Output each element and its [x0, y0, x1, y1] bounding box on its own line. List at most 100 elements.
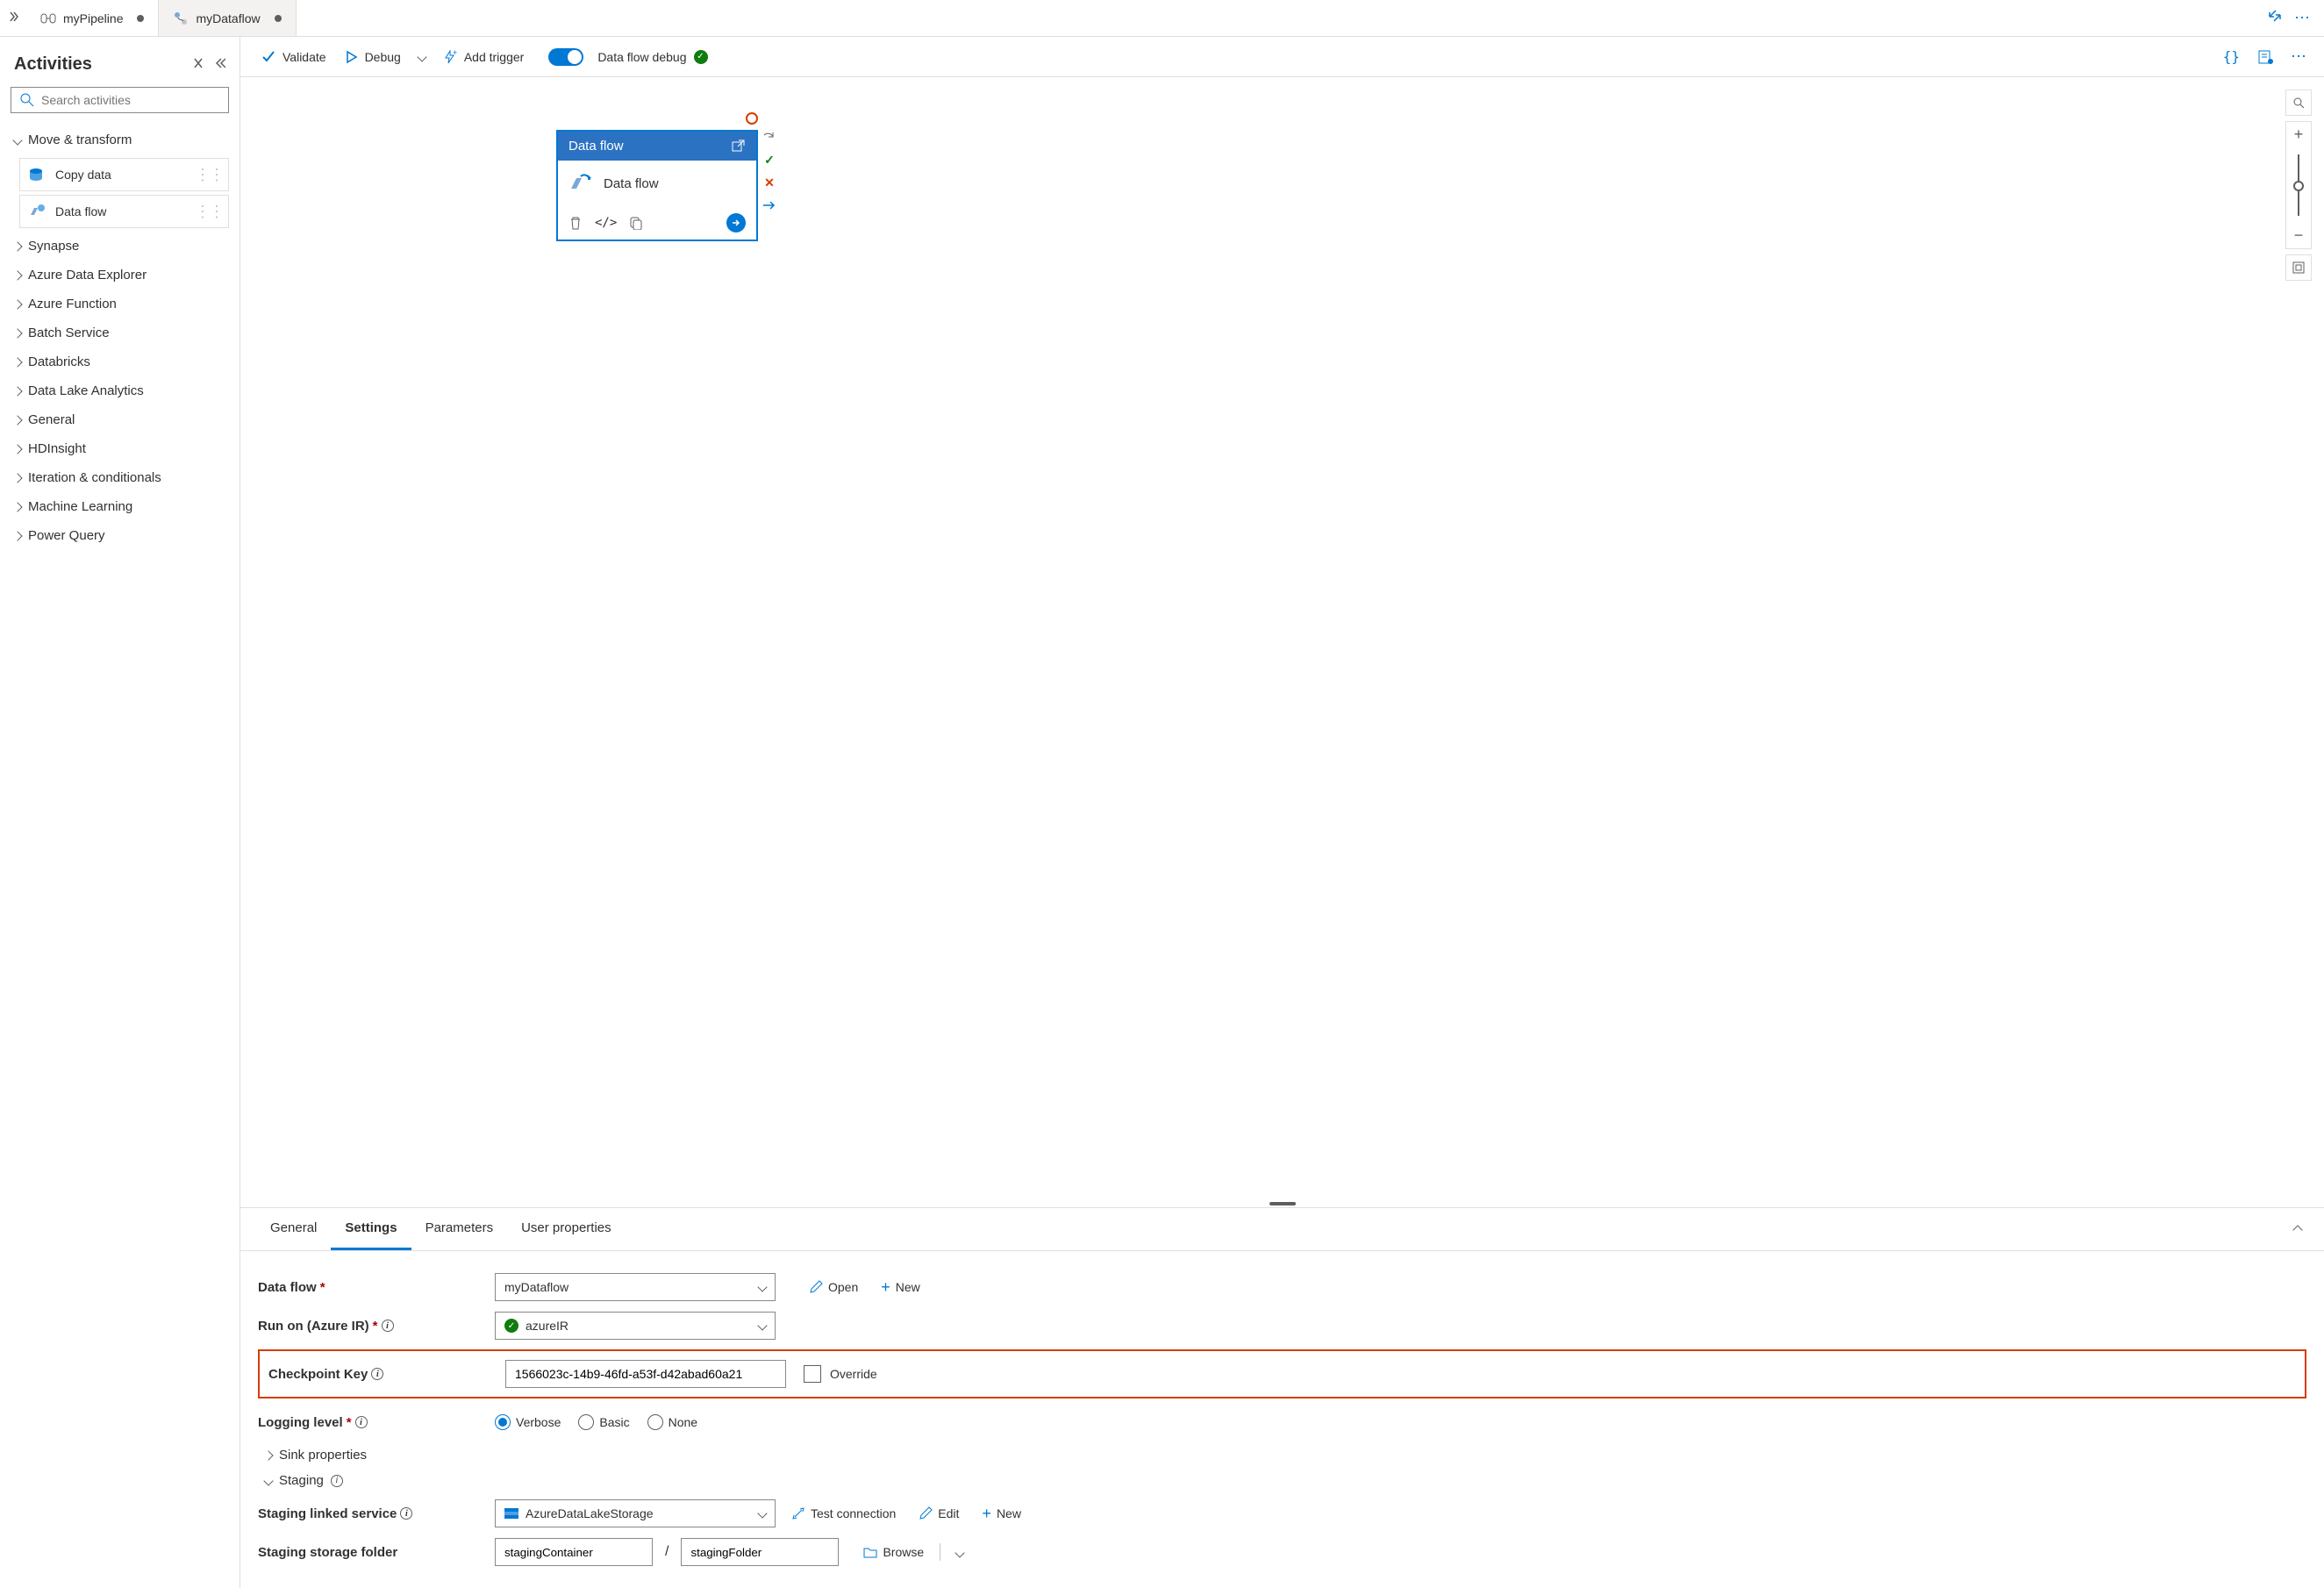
category-iteration-conditionals[interactable]: Iteration & conditionals	[11, 463, 229, 492]
test-connection-button[interactable]: Test connection	[784, 1506, 903, 1520]
category-hdinsight[interactable]: HDInsight	[11, 434, 229, 463]
zoom-out-button[interactable]: −	[2285, 223, 2312, 249]
logging-radio-basic[interactable]: Basic	[578, 1414, 629, 1430]
debug-button[interactable]: Debug	[339, 46, 406, 68]
resize-handle[interactable]	[1269, 1202, 1296, 1205]
filter-icon[interactable]	[192, 57, 204, 72]
dataflow-select[interactable]: myDataflow	[495, 1273, 776, 1301]
tab-pipeline[interactable]: myPipeline	[26, 0, 159, 36]
collapse-details-button[interactable]	[2287, 1215, 2308, 1243]
info-icon[interactable]: i	[371, 1368, 383, 1380]
new-service-button[interactable]: + New	[975, 1505, 1028, 1523]
staging-service-select[interactable]: AzureDataLakeStorage	[495, 1499, 776, 1527]
tab-label: myDataflow	[196, 11, 260, 25]
plus-icon: +	[881, 1278, 890, 1297]
override-label: Override	[830, 1367, 877, 1381]
category-general[interactable]: General	[11, 405, 229, 434]
chevron-down-icon	[955, 1548, 964, 1557]
add-trigger-button[interactable]: + Add trigger	[438, 46, 529, 68]
expand-tabs-button[interactable]	[0, 11, 26, 25]
skip-icon	[762, 198, 776, 212]
category-machine-learning[interactable]: Machine Learning	[11, 492, 229, 521]
code-icon[interactable]: </>	[595, 216, 617, 230]
more-icon[interactable]: ⋯	[2291, 47, 2308, 66]
dataflow-node-icon	[568, 171, 593, 196]
category-power-query[interactable]: Power Query	[11, 521, 229, 550]
staging-container-input[interactable]	[495, 1538, 653, 1566]
tab-general[interactable]: General	[256, 1208, 331, 1250]
dataflow-icon	[173, 11, 189, 26]
category-data-lake-analytics[interactable]: Data Lake Analytics	[11, 376, 229, 405]
debug-status-ok-icon: ✓	[694, 50, 708, 64]
tab-settings[interactable]: Settings	[331, 1208, 411, 1250]
chevron-right-icon	[12, 328, 22, 338]
run-node-button[interactable]	[726, 213, 746, 232]
validate-button[interactable]: Validate	[256, 46, 332, 68]
expand-fullscreen-icon[interactable]	[2268, 9, 2282, 23]
tab-user-properties[interactable]: User properties	[507, 1208, 626, 1250]
debug-dropdown[interactable]	[413, 50, 431, 64]
redo-icon[interactable]	[762, 130, 776, 144]
more-menu-icon[interactable]: ⋯	[2294, 9, 2312, 27]
fail-badge-icon: ✕	[762, 175, 776, 190]
dataflow-debug-toggle[interactable]	[548, 48, 583, 66]
tab-dataflow[interactable]: myDataflow	[159, 0, 296, 36]
new-dataflow-button[interactable]: + New	[874, 1278, 927, 1297]
chevron-right-icon	[12, 270, 22, 280]
zoom-in-button[interactable]: +	[2285, 121, 2312, 147]
chevron-right-icon	[12, 415, 22, 425]
category-azure-data-explorer[interactable]: Azure Data Explorer	[11, 261, 229, 290]
delete-icon[interactable]	[568, 216, 583, 230]
staging-toggle[interactable]: Staging i	[265, 1473, 2306, 1488]
category-move-transform[interactable]: Move & transform	[11, 125, 229, 154]
drag-grip-icon: ⋮⋮	[195, 203, 223, 221]
zoom-slider[interactable]	[2298, 154, 2299, 216]
dataflow-activity-icon	[29, 203, 46, 220]
edit-service-button[interactable]: Edit	[912, 1506, 966, 1520]
info-icon[interactable]: i	[331, 1475, 343, 1487]
chevron-right-icon	[263, 1450, 273, 1460]
activity-data-flow[interactable]: Data flow ⋮⋮	[19, 195, 229, 228]
collapse-sidebar-icon[interactable]	[213, 57, 225, 72]
code-view-icon[interactable]: {}	[2223, 48, 2240, 65]
chevron-right-icon	[12, 299, 22, 309]
activity-copy-data[interactable]: Copy data ⋮⋮	[19, 158, 229, 191]
chevron-right-icon	[12, 386, 22, 396]
search-activities-input[interactable]	[11, 87, 229, 113]
dirty-indicator-icon	[275, 15, 282, 22]
pipeline-canvas[interactable]: Data flow Data flow </>	[240, 77, 2324, 1202]
copy-icon[interactable]	[629, 216, 643, 230]
fit-screen-button[interactable]	[2285, 254, 2312, 281]
open-dataflow-button[interactable]: Open	[802, 1280, 865, 1294]
logging-radio-verbose[interactable]: Verbose	[495, 1414, 561, 1430]
tab-parameters[interactable]: Parameters	[411, 1208, 508, 1250]
copy-data-icon	[29, 166, 46, 183]
override-checkbox[interactable]	[804, 1365, 821, 1383]
logging-label: Logging level* i	[258, 1415, 486, 1430]
runon-select[interactable]: ✓ azureIR	[495, 1312, 776, 1340]
staging-folder-label: Staging storage folder	[258, 1545, 486, 1560]
logging-radio-none[interactable]: None	[647, 1414, 697, 1430]
debug-icon	[344, 50, 358, 64]
browse-dropdown[interactable]	[949, 1542, 970, 1563]
chevron-down-icon	[757, 1282, 767, 1291]
dataflow-activity-node[interactable]: Data flow Data flow </>	[556, 130, 758, 241]
category-synapse[interactable]: Synapse	[11, 232, 229, 261]
browse-folder-button[interactable]: Browse	[856, 1545, 931, 1559]
info-icon[interactable]: i	[400, 1507, 412, 1520]
open-external-icon[interactable]	[732, 139, 746, 154]
properties-icon[interactable]	[2257, 49, 2273, 65]
sink-properties-toggle[interactable]: Sink properties	[265, 1448, 2306, 1463]
canvas-search-button[interactable]	[2285, 89, 2312, 116]
status-ok-icon: ✓	[504, 1319, 518, 1333]
chevron-down-icon	[417, 52, 426, 61]
info-icon[interactable]: i	[382, 1320, 394, 1332]
category-azure-function[interactable]: Azure Function	[11, 290, 229, 318]
category-batch-service[interactable]: Batch Service	[11, 318, 229, 347]
staging-path-input[interactable]	[681, 1538, 839, 1566]
info-icon[interactable]: i	[355, 1416, 368, 1428]
folder-icon	[863, 1546, 877, 1558]
chevron-up-icon	[2292, 1225, 2302, 1234]
category-databricks[interactable]: Databricks	[11, 347, 229, 376]
checkpoint-input[interactable]	[505, 1360, 786, 1388]
